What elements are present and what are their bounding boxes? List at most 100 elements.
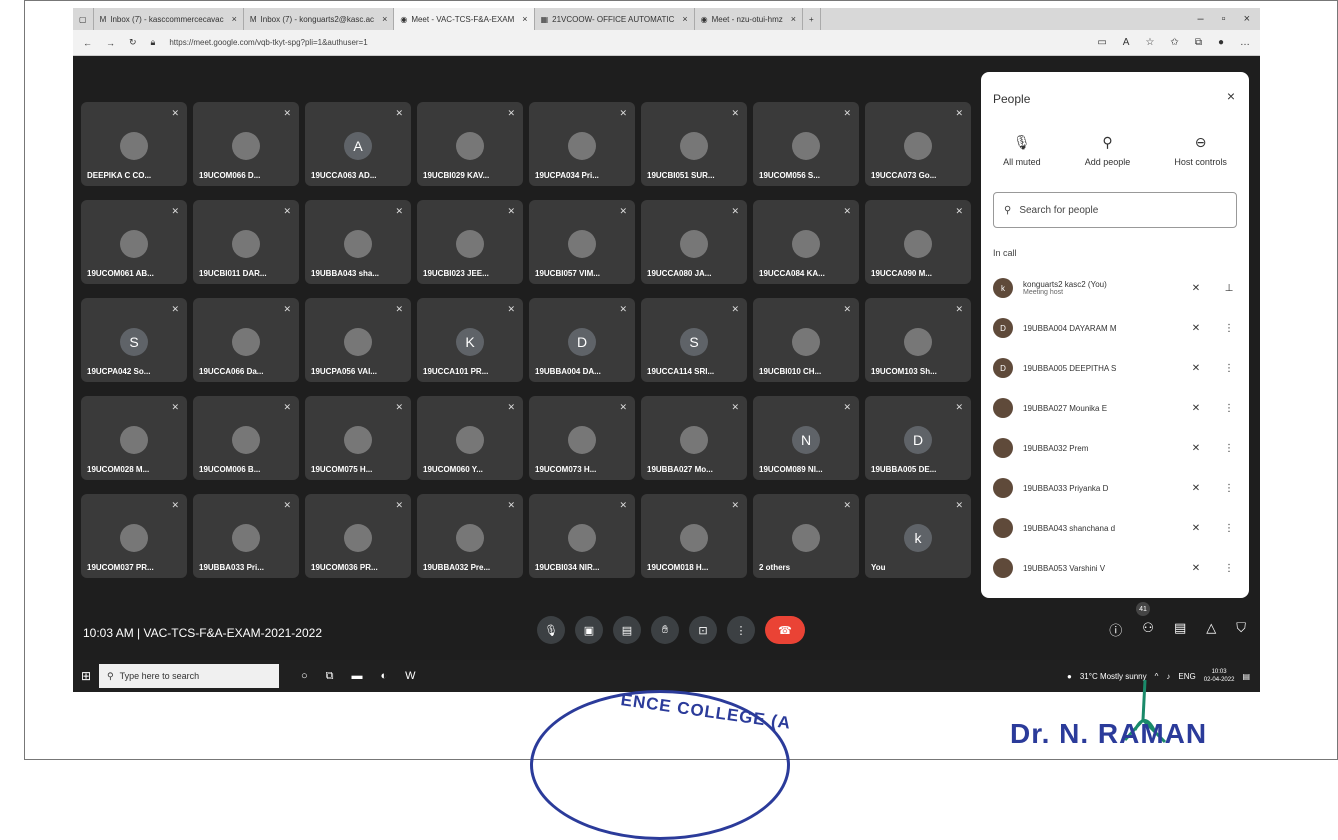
task-view-icon[interactable]: ⧉ <box>326 670 334 683</box>
more-vert-icon[interactable]: ⋮ <box>1221 443 1237 454</box>
forward-icon[interactable]: → <box>106 38 115 48</box>
captions-button[interactable]: ▤ <box>613 616 641 644</box>
participant-tile[interactable]: ✕ D 19UBBA005 DE... <box>865 396 971 480</box>
more-vert-icon[interactable]: ⋮ <box>1221 563 1237 574</box>
collections-icon[interactable]: ⧉ <box>1195 37 1202 48</box>
all-muted-button[interactable]: 🎙︎ All muted <box>1003 134 1041 167</box>
participant-tile[interactable]: ✕ 19UCOM075 H... <box>305 396 411 480</box>
activities-icon[interactable]: △ <box>1206 620 1216 639</box>
add-people-button[interactable]: ⚲ Add people <box>1085 134 1131 167</box>
tab-actions-icon[interactable]: ▢ <box>73 8 94 30</box>
file-explorer-icon[interactable]: ▬ <box>352 670 363 683</box>
favorite-icon[interactable]: ☆ <box>1145 37 1154 48</box>
camera-toggle-button[interactable]: ▣ <box>575 616 603 644</box>
participant-tile[interactable]: ✕ DEEPIKA C CO... <box>81 102 187 186</box>
edge-icon[interactable]: ◐ <box>381 670 388 683</box>
participant-tile[interactable]: ✕ N 19UCOM089 NI... <box>753 396 859 480</box>
close-icon[interactable]: × <box>791 14 796 24</box>
participant-tile[interactable]: ✕ 19UCBI057 VIM... <box>529 200 635 284</box>
new-tab-button[interactable]: + <box>803 8 821 30</box>
minimize-icon[interactable]: – <box>1198 13 1204 25</box>
participant-tile[interactable]: ✕ A 19UCCA063 AD... <box>305 102 411 186</box>
participant-tile[interactable]: ✕ 19UCOM006 B... <box>193 396 299 480</box>
participant-tile[interactable]: ✕ 19UCOM028 M... <box>81 396 187 480</box>
participant-tile[interactable]: ✕ 19UCPA034 Pri... <box>529 102 635 186</box>
participant-tile[interactable]: ✕ 19UBBA032 Pre... <box>417 494 523 578</box>
participant-tile[interactable]: ✕ 19UCOM036 PR... <box>305 494 411 578</box>
tab-inbox-2[interactable]: M Inbox (7) - konguarts2@kasc.ac × <box>244 8 395 30</box>
people-list-item[interactable]: 19UBBA033 Priyanka D ✕ ⋮ <box>993 468 1237 508</box>
participant-tile[interactable]: ✕ 19UCOM073 H... <box>529 396 635 480</box>
mic-off-icon[interactable]: ✕ <box>1181 563 1211 574</box>
tab-meet-active[interactable]: ◉ Meet - VAC-TCS-F&A-EXAM × <box>394 8 535 30</box>
mic-off-icon[interactable]: ✕ <box>1181 323 1211 334</box>
participant-tile[interactable]: ✕ 19UBBA027 Mo... <box>641 396 747 480</box>
close-icon[interactable]: × <box>1227 88 1235 104</box>
more-vert-icon[interactable]: ⋮ <box>1221 403 1237 414</box>
language-indicator[interactable]: ENG <box>1178 672 1195 681</box>
word-icon[interactable]: W <box>405 670 415 683</box>
close-icon[interactable]: × <box>232 14 237 24</box>
url-field[interactable]: https://meet.google.com/vqb-tkyt-spg?pli… <box>169 38 367 47</box>
participant-tile[interactable]: ✕ 19UCCA090 M... <box>865 200 971 284</box>
participant-tile[interactable]: ✕ 19UBBA033 Pri... <box>193 494 299 578</box>
people-list-item[interactable]: D 19UBBA004 DAYARAM M ✕ ⋮ <box>993 308 1237 348</box>
raise-hand-button[interactable]: ✋︎ <box>651 616 679 644</box>
mic-toggle-button[interactable]: 🎙︎ <box>537 616 565 644</box>
mic-off-icon[interactable]: ✕ <box>1181 523 1211 534</box>
more-vert-icon[interactable]: ⋮ <box>1221 363 1237 374</box>
more-vert-icon[interactable]: ⋮ <box>1221 523 1237 534</box>
more-options-button[interactable]: ⋮ <box>727 616 755 644</box>
people-list-item[interactable]: k konguarts2 kasc2 (You) Meeting host ✕ ⊥ <box>993 268 1237 308</box>
mic-off-icon[interactable]: ✕ <box>1181 483 1211 494</box>
notifications-icon[interactable]: ▤ <box>1242 672 1250 681</box>
taskbar-clock[interactable]: 10:03 02-04-2022 <box>1204 668 1235 684</box>
profile-icon[interactable]: ● <box>1218 37 1224 48</box>
mic-off-icon[interactable]: ✕ <box>1181 443 1211 454</box>
participant-tile[interactable]: ✕ 19UCCA084 KA... <box>753 200 859 284</box>
present-button[interactable]: ⊡ <box>689 616 717 644</box>
maximize-icon[interactable]: ▫ <box>1222 13 1226 25</box>
host-shield-icon[interactable]: ⛉ <box>1236 620 1246 639</box>
participant-tile[interactable]: ✕ 19UCOM056 S... <box>753 102 859 186</box>
window-close-icon[interactable]: × <box>1244 13 1250 25</box>
people-list-item[interactable]: 19UBBA053 Varshini V ✕ ⋮ <box>993 548 1237 588</box>
more-vert-icon[interactable]: ⋮ <box>1221 323 1237 334</box>
participant-tile[interactable]: ✕ 19UCCA073 Go... <box>865 102 971 186</box>
pin-icon[interactable]: ⊥ <box>1221 283 1237 294</box>
mic-off-icon[interactable]: ✕ <box>1181 363 1211 374</box>
participant-tile[interactable]: ✕ 19UCBI010 CH... <box>753 298 859 382</box>
tab-inbox-1[interactable]: M Inbox (7) - kasccommercecavac × <box>94 8 244 30</box>
host-controls-button[interactable]: ⊖ Host controls <box>1174 134 1227 167</box>
participant-tile[interactable]: ✕ 19UCBI051 SUR... <box>641 102 747 186</box>
participant-tile[interactable]: ✕ S 19UCCA114 SRI... <box>641 298 747 382</box>
favorites-bar-icon[interactable]: ✩ <box>1170 37 1178 48</box>
tab-sheets[interactable]: ▦ 21VCOOW- OFFICE AUTOMATIC × <box>535 8 695 30</box>
people-list-item[interactable]: D 19UBBA005 DEEPITHA S ✕ ⋮ <box>993 348 1237 388</box>
cortana-icon[interactable]: ○ <box>301 670 308 683</box>
participant-tile[interactable]: ✕ 19UBBA043 sha... <box>305 200 411 284</box>
participant-tile[interactable]: ✕ 19UCPA056 VAI... <box>305 298 411 382</box>
participant-tile[interactable]: ✕ k You <box>865 494 971 578</box>
participant-tile[interactable]: ✕ 19UCOM061 AB... <box>81 200 187 284</box>
people-icon[interactable]: ⚇ <box>1142 620 1154 639</box>
participant-tile[interactable]: ✕ 19UCCA080 JA... <box>641 200 747 284</box>
leave-call-button[interactable]: ☎︎ <box>765 616 805 644</box>
taskbar-search-input[interactable]: ⚲ Type here to search <box>99 664 279 688</box>
participant-tile[interactable]: ✕ 19UCBI034 NIR... <box>529 494 635 578</box>
tab-meet-2[interactable]: ◉ Meet - nzu-otui-hmz × <box>695 8 804 30</box>
info-icon[interactable]: ⓘ <box>1109 620 1122 639</box>
close-icon[interactable]: × <box>522 14 527 24</box>
camera-icon[interactable]: ▭ <box>1097 37 1106 48</box>
close-icon[interactable]: × <box>382 14 387 24</box>
windows-start-icon[interactable]: ⊞ <box>73 669 99 683</box>
participant-tile[interactable]: ✕ S 19UCPA042 So... <box>81 298 187 382</box>
people-list-item[interactable]: 19UBBA043 shanchana d ✕ ⋮ <box>993 508 1237 548</box>
participant-tile[interactable]: ✕ 19UCOM037 PR... <box>81 494 187 578</box>
people-list-item[interactable]: 19UBBA027 Mounika E ✕ ⋮ <box>993 388 1237 428</box>
more-vert-icon[interactable]: ⋮ <box>1221 483 1237 494</box>
participant-tile[interactable]: ✕ K 19UCCA101 PR... <box>417 298 523 382</box>
back-icon[interactable]: ← <box>83 38 92 48</box>
mic-off-icon[interactable]: ✕ <box>1181 403 1211 414</box>
reload-icon[interactable]: ↻ <box>129 37 137 48</box>
